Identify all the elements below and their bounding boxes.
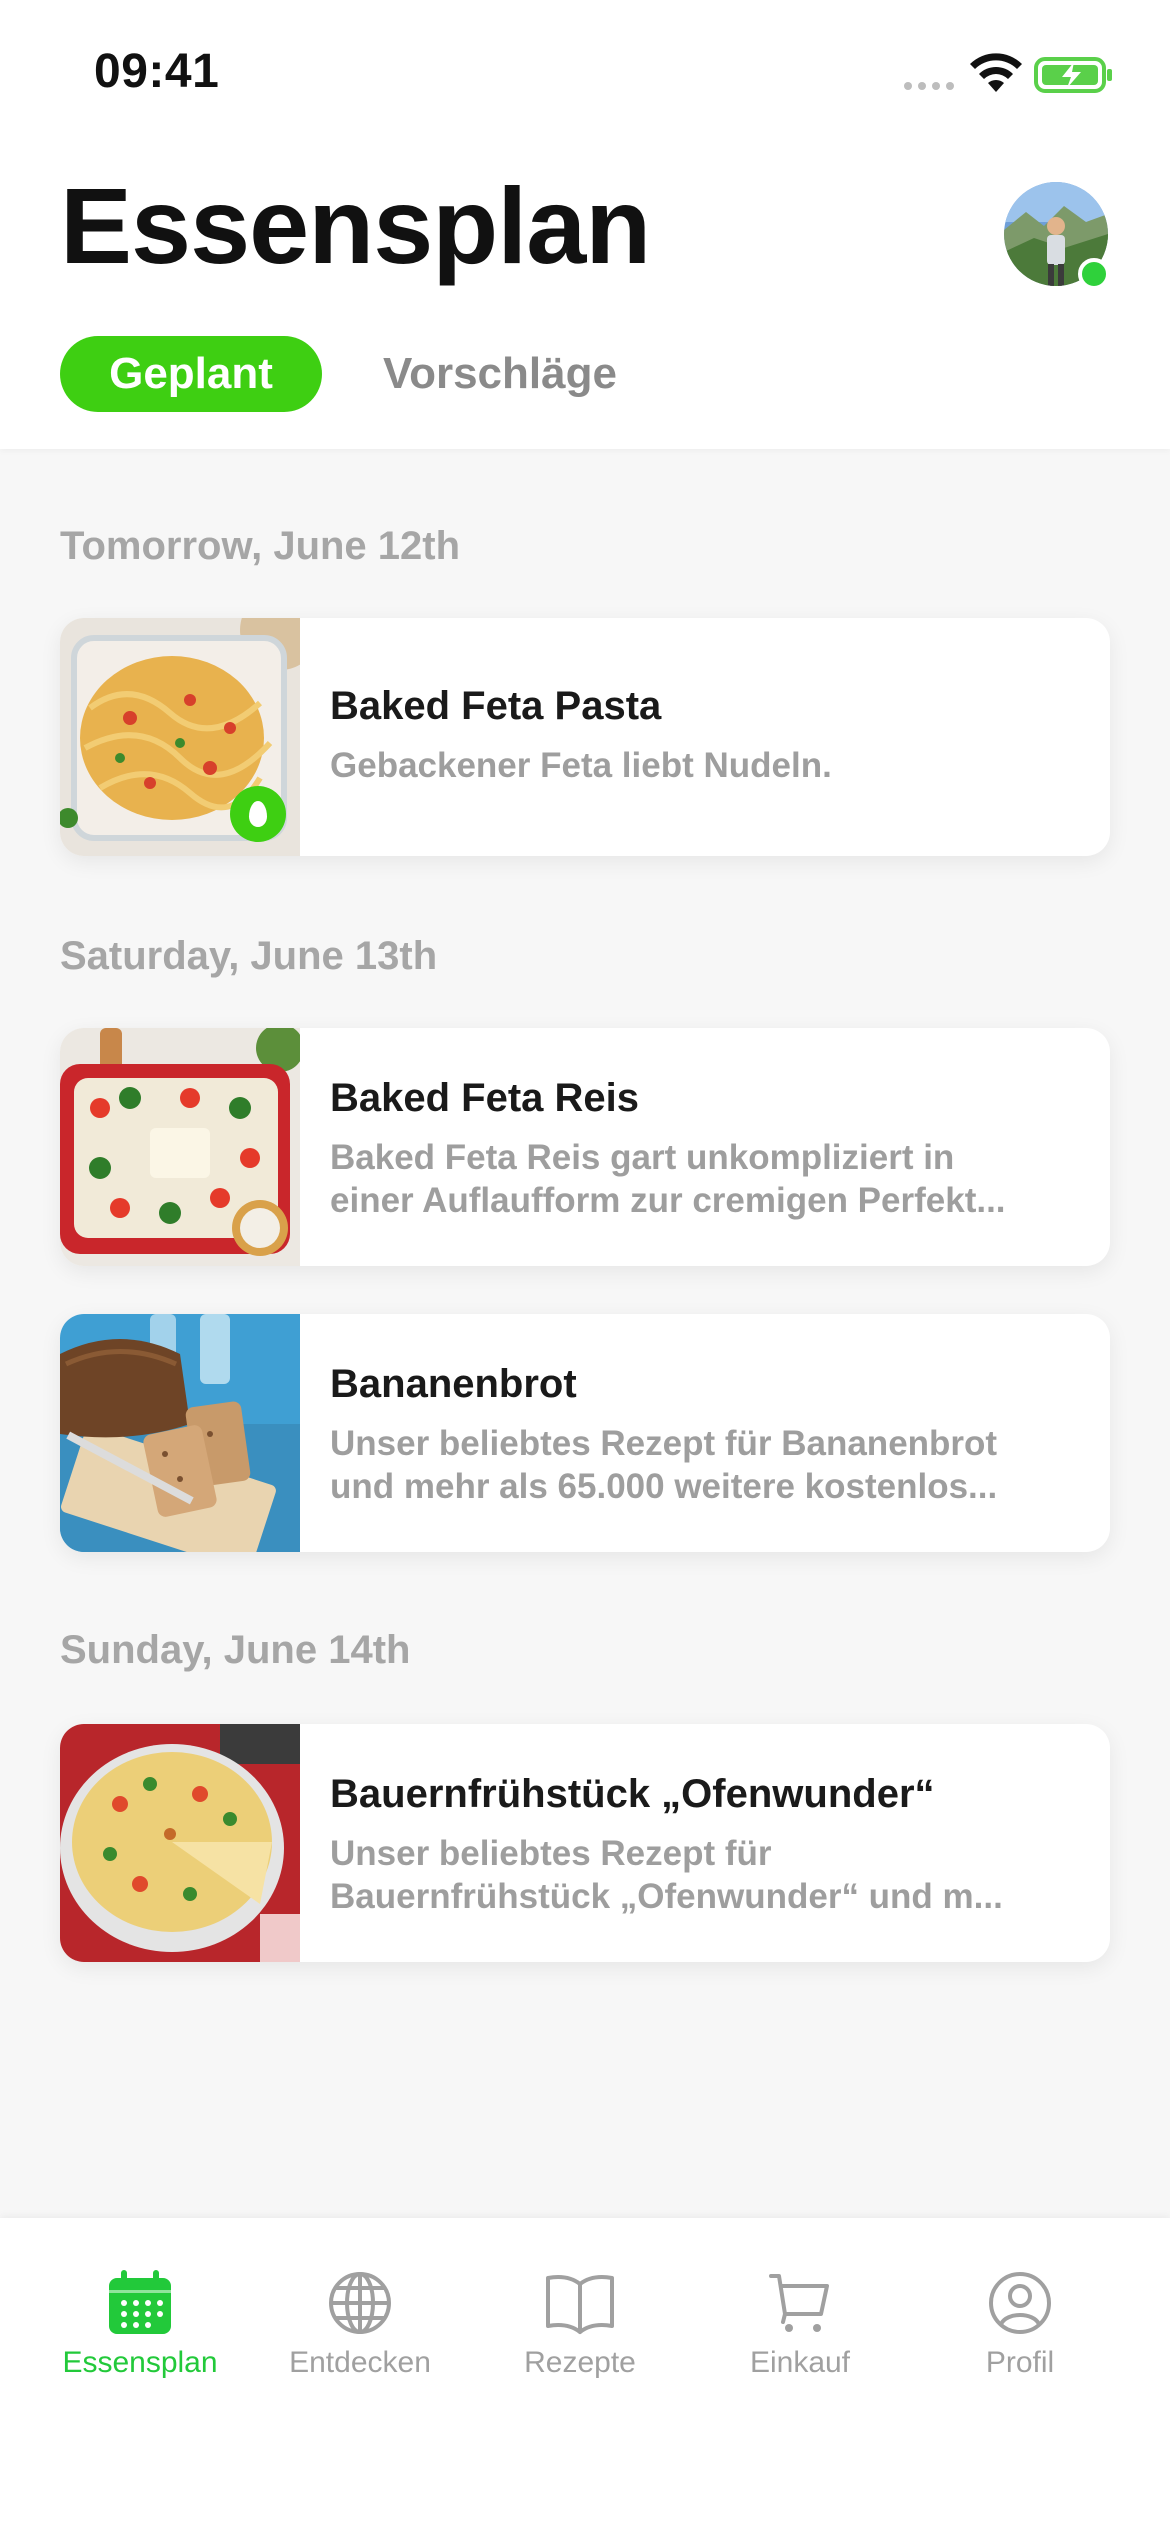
status-time: 09:41	[94, 45, 220, 98]
meal-description: Gebackener Feta liebt Nudeln.	[330, 746, 832, 785]
battery-charging-icon	[1034, 57, 1112, 93]
meal-description: Baked Feta Reis gart unkompliziert in ei…	[330, 1138, 1006, 1220]
globe-icon	[329, 2272, 391, 2334]
calendar-icon	[109, 2270, 171, 2334]
tab-bar-label: Einkauf	[749, 2346, 851, 2379]
meal-title: Baked Feta Reis	[330, 1076, 640, 1120]
tab-bar-item-entdecken[interactable]: Entdecken	[250, 2270, 470, 2380]
meal-card-baked-feta-reis[interactable]: Baked Feta Reis Baked Feta Reis gart unk…	[60, 1028, 1110, 1266]
profile-icon	[989, 2272, 1051, 2334]
meal-title: Baked Feta Pasta	[330, 684, 662, 728]
meal-description: Unser beliebtes Rezept für Bananenbrot u…	[330, 1424, 998, 1506]
online-status-dot	[1078, 258, 1110, 290]
meal-title: Bauernfrühstück „Ofenwunder“	[330, 1772, 935, 1816]
header: 09:41 Essensplan Geplant Vorschläge	[0, 0, 1170, 449]
meal-description: Unser beliebtes Rezept für Bauernfrühstü…	[330, 1834, 1003, 1916]
cellular-signal-icon	[904, 82, 954, 90]
tab-bar-item-essensplan[interactable]: Essensplan	[30, 2270, 250, 2380]
day-header: Saturday, June 13th	[60, 934, 438, 978]
meal-image	[60, 1028, 300, 1266]
tab-bar: Essensplan Entdecken Rezepte Einkauf Pro…	[0, 2218, 1170, 2532]
page-title: Essensplan	[60, 165, 651, 286]
tab-bar-label: Entdecken	[289, 2346, 431, 2379]
day-header: Tomorrow, June 12th	[60, 524, 461, 568]
cart-icon	[769, 2274, 829, 2332]
tab-bar-label: Essensplan	[62, 2346, 218, 2379]
tab-bar-label: Rezepte	[524, 2346, 636, 2379]
meal-image	[60, 1314, 300, 1552]
meal-card-bauernfruehstueck[interactable]: Bauernfrühstück „Ofenwunder“ Unser belie…	[60, 1724, 1110, 1962]
tab-bar-label: Profil	[985, 2346, 1055, 2379]
tab-bar-item-einkauf[interactable]: Einkauf	[690, 2270, 910, 2380]
meal-image	[60, 1724, 300, 1962]
wifi-icon	[970, 53, 1022, 92]
meal-card-baked-feta-pasta[interactable]: Baked Feta Pasta Gebackener Feta liebt N…	[60, 618, 1110, 856]
tab-vorschlaege[interactable]: Vorschläge	[383, 336, 617, 412]
tab-geplant[interactable]: Geplant	[60, 336, 322, 412]
book-icon	[546, 2275, 614, 2334]
tab-bar-item-rezepte[interactable]: Rezepte	[470, 2270, 690, 2380]
meal-card-bananenbrot[interactable]: Bananenbrot Unser beliebtes Rezept für B…	[60, 1314, 1110, 1552]
tab-bar-item-profil[interactable]: Profil	[910, 2270, 1130, 2380]
meal-title: Bananenbrot	[330, 1362, 577, 1406]
egg-icon	[230, 786, 286, 842]
day-header: Sunday, June 14th	[60, 1628, 411, 1672]
